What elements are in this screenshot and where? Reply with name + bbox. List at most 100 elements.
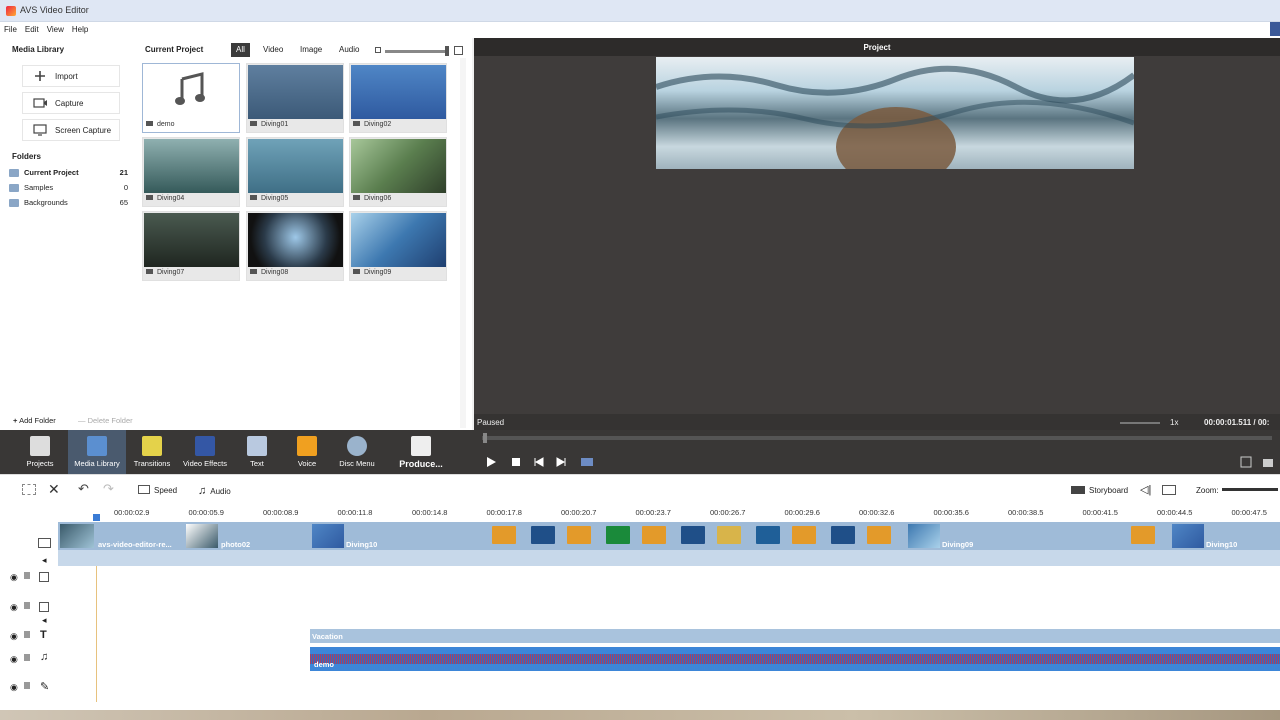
previous-frame-icon[interactable] (534, 457, 544, 467)
lock-icon[interactable] (24, 572, 30, 579)
import-button[interactable]: Import (22, 65, 120, 87)
transition-icon[interactable] (531, 526, 555, 544)
media-library-button[interactable]: Media Library (68, 430, 126, 474)
media-item-diving05[interactable]: Diving05 (246, 137, 344, 207)
zoom-slider[interactable] (1222, 488, 1278, 491)
mute-icon[interactable]: ◂ (42, 615, 47, 626)
media-item-diving01[interactable]: Diving01 (246, 63, 344, 133)
audio-button[interactable]: ♫ Audio (198, 485, 231, 497)
voice-button[interactable]: Voice (282, 430, 332, 474)
volume-icon[interactable]: ◁| (1140, 483, 1151, 496)
media-item-diving02[interactable]: Diving02 (349, 63, 447, 133)
seek-handle[interactable] (483, 433, 487, 443)
media-item-diving07[interactable]: Diving07 (142, 211, 240, 281)
seek-bar[interactable] (482, 436, 1272, 440)
text-clip-label: Vacation (312, 632, 343, 641)
lock-icon[interactable] (24, 654, 30, 661)
slider-handle[interactable] (445, 46, 449, 56)
lock-icon[interactable] (24, 682, 30, 689)
display-settings-icon[interactable] (1162, 485, 1176, 495)
transition-icon[interactable] (831, 526, 855, 544)
transition-icon[interactable] (1131, 526, 1155, 544)
media-item-diving08[interactable]: Diving08 (246, 211, 344, 281)
audio-clip[interactable]: demo (310, 647, 1280, 671)
delete-folder-button[interactable]: — Delete Folder (78, 416, 133, 425)
eye-icon[interactable]: ◉ (10, 682, 18, 693)
clapperboard-icon (30, 436, 50, 456)
select-icon[interactable] (22, 484, 36, 495)
speed-icon (138, 485, 150, 494)
transition-icon[interactable] (567, 526, 591, 544)
text-button[interactable]: Text (232, 430, 282, 474)
media-item-demo[interactable]: demo (142, 63, 240, 133)
menu-view[interactable]: View (43, 22, 68, 37)
transition-icon[interactable] (681, 526, 705, 544)
preview-frame[interactable] (656, 57, 1134, 169)
filter-video[interactable]: Video (258, 43, 288, 57)
video-effects-button[interactable]: Video Effects (178, 430, 232, 474)
speed-value: 1x (1170, 418, 1179, 427)
filter-audio[interactable]: Audio (334, 43, 364, 57)
folder-current-project[interactable]: Current Project 21 (8, 166, 134, 180)
time-ruler[interactable]: 00:00:02.9 00:00:05.9 00:00:08.9 00:00:11.8… (0, 504, 1280, 522)
disc-menu-button[interactable]: Disc Menu (332, 430, 382, 474)
eye-icon[interactable]: ◉ (10, 602, 18, 613)
playhead[interactable] (93, 514, 100, 521)
media-item-diving06[interactable]: Diving06 (349, 137, 447, 207)
eye-icon[interactable]: ◉ (10, 572, 18, 583)
transition-icon[interactable] (492, 526, 516, 544)
speed-button[interactable]: Speed (138, 485, 177, 495)
play-icon[interactable] (485, 456, 497, 468)
facebook-icon[interactable] (1270, 22, 1280, 36)
transition-icon[interactable] (792, 526, 816, 544)
transition-icon[interactable] (642, 526, 666, 544)
large-thumb-icon[interactable] (454, 46, 463, 55)
add-folder-button[interactable]: + Add Folder (13, 416, 56, 425)
transition-icon[interactable] (717, 526, 741, 544)
lock-icon[interactable] (24, 631, 30, 638)
filter-all[interactable]: All (231, 43, 250, 57)
screen-capture-button[interactable]: Screen Capture (22, 119, 120, 141)
mute-icon[interactable]: ◂ (42, 555, 47, 566)
ruler-tick: 00:00:14.8 (412, 508, 448, 517)
capture-button[interactable]: Capture (22, 92, 120, 114)
eye-icon[interactable]: ◉ (10, 654, 18, 665)
next-frame-icon[interactable] (556, 457, 566, 467)
lock-icon[interactable] (24, 602, 30, 609)
storyboard-button[interactable]: Storyboard (1071, 486, 1128, 495)
ruler-tick: 00:00:05.9 (188, 508, 224, 517)
produce-button[interactable]: Produce... (390, 430, 452, 474)
stop-icon[interactable] (511, 457, 521, 467)
menu-edit[interactable]: Edit (21, 22, 43, 37)
fullscreen-icon[interactable] (1240, 456, 1252, 468)
menu-bar: File Edit View Help (0, 22, 1280, 38)
transition-icon[interactable] (606, 526, 630, 544)
video-track[interactable]: avs-video-editor-re... photo02 Diving10 … (58, 522, 1280, 566)
transition-icon[interactable] (867, 526, 891, 544)
transition-icon[interactable] (756, 526, 780, 544)
eye-icon[interactable]: ◉ (10, 631, 18, 642)
media-item-diving04[interactable]: Diving04 (142, 137, 240, 207)
grid-scrollbar[interactable] (460, 58, 466, 428)
snapshot-icon[interactable] (1262, 456, 1274, 468)
window-title: AVS Video Editor (20, 5, 89, 15)
text-clip[interactable]: Vacation (310, 629, 1280, 643)
small-thumb-icon[interactable] (375, 47, 381, 53)
media-item-diving09[interactable]: Diving09 (349, 211, 447, 281)
transitions-button[interactable]: Transitions (126, 430, 178, 474)
filter-image[interactable]: Image (295, 43, 327, 57)
clip-thumbnail (1172, 524, 1204, 548)
menu-help[interactable]: Help (68, 22, 92, 37)
folder-backgrounds[interactable]: Backgrounds 65 (8, 196, 134, 210)
folder-count: 65 (119, 198, 128, 207)
loop-icon[interactable] (580, 457, 594, 467)
menu-file[interactable]: File (0, 22, 21, 37)
projects-button[interactable]: Projects (12, 430, 68, 474)
thumb-size-slider[interactable] (385, 50, 447, 53)
redo-icon[interactable]: ↷ (103, 481, 114, 497)
undo-icon[interactable]: ↶ (78, 481, 89, 497)
delete-icon[interactable]: ✕ (48, 481, 60, 498)
speed-slider[interactable] (1120, 422, 1160, 424)
folder-samples[interactable]: Samples 0 (8, 181, 134, 195)
preview-status-bar: Paused 1x 00:00:01.511 / 00: (474, 414, 1280, 430)
